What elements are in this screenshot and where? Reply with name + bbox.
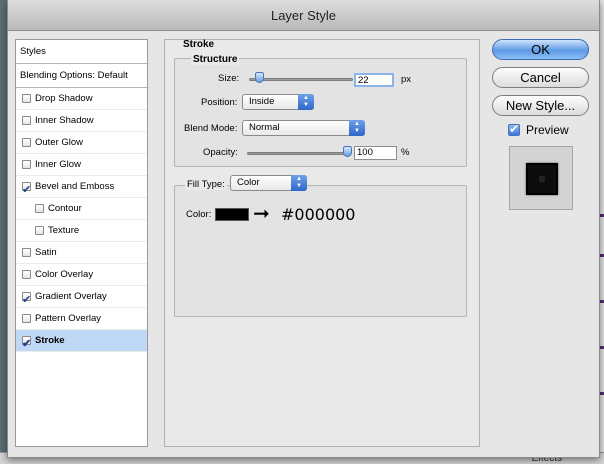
- style-item-drop-shadow[interactable]: Drop Shadow: [16, 88, 147, 110]
- style-checkbox[interactable]: [22, 179, 31, 201]
- styles-list: Styles Blending Options: Default Drop Sh…: [15, 39, 148, 447]
- preview-checkbox[interactable]: Preview: [508, 122, 569, 137]
- style-item-contour[interactable]: Contour: [16, 198, 147, 220]
- style-checkbox[interactable]: [22, 248, 31, 257]
- blend-mode-label: Blend Mode:: [184, 123, 238, 134]
- stroke-color-swatch[interactable]: [215, 208, 249, 221]
- style-checkbox[interactable]: [22, 270, 31, 279]
- style-checkbox[interactable]: [22, 289, 31, 311]
- preview-check-icon: [508, 122, 520, 136]
- section-title: Stroke: [183, 39, 215, 50]
- ok-button[interactable]: OK: [492, 39, 589, 60]
- fill-type-dropdown[interactable]: Color ▲ ▼: [230, 175, 307, 191]
- style-checkbox[interactable]: [22, 160, 31, 169]
- style-item-gradient-overlay[interactable]: Gradient Overlay: [16, 286, 147, 311]
- arrow-right-icon: ➞: [253, 203, 270, 225]
- style-preview-thumbnail: [509, 146, 573, 210]
- preview-swatch: [526, 163, 558, 195]
- style-item-outer-glow[interactable]: Outer Glow: [16, 132, 147, 154]
- style-item-label: Texture: [48, 225, 80, 236]
- new-style-button[interactable]: New Style...: [492, 95, 589, 116]
- size-field[interactable]: 22: [354, 73, 394, 87]
- size-label: Size:: [218, 73, 240, 84]
- styles-list-header[interactable]: Styles: [16, 40, 147, 64]
- size-unit: px: [401, 74, 412, 85]
- opacity-slider-track[interactable]: [247, 152, 351, 155]
- blend-mode-value: Normal: [249, 122, 280, 133]
- style-checkbox[interactable]: [22, 314, 31, 323]
- dropdown-arrows-icon: ▲ ▼: [291, 175, 307, 191]
- style-item-pattern-overlay[interactable]: Pattern Overlay: [16, 308, 147, 330]
- style-item-label: Gradient Overlay: [35, 291, 107, 302]
- style-item-label: Pattern Overlay: [35, 313, 101, 324]
- layer-style-dialog: Layer Style Styles Blending Options: Def…: [7, 0, 600, 458]
- window-title: Layer Style: [8, 0, 599, 31]
- style-item-label: Bevel and Emboss: [35, 181, 115, 192]
- fill-type-label: Fill Type:: [185, 179, 227, 190]
- style-item-label: Color Overlay: [35, 269, 94, 280]
- style-item-label: Inner Shadow: [35, 115, 94, 126]
- dropdown-arrows-icon: ▲ ▼: [298, 94, 314, 110]
- position-value: Inside: [249, 96, 275, 107]
- position-dropdown[interactable]: Inside ▲ ▼: [242, 94, 314, 110]
- style-checkbox[interactable]: [35, 226, 44, 235]
- position-label: Position:: [201, 97, 238, 108]
- color-hex-annotation: #000000: [281, 205, 356, 224]
- style-item-stroke[interactable]: Stroke: [16, 330, 147, 355]
- style-item-label: Drop Shadow: [35, 93, 93, 104]
- cancel-button[interactable]: Cancel: [492, 67, 589, 88]
- fill-type-value: Color: [237, 177, 260, 188]
- style-item-label: Contour: [48, 203, 82, 214]
- style-item-label: Satin: [35, 247, 57, 258]
- size-slider-track[interactable]: [249, 78, 353, 81]
- stroke-panel: Stroke Structure Size: 22 px Position: I…: [164, 39, 480, 447]
- style-item-label: Outer Glow: [35, 137, 84, 148]
- dropdown-arrows-icon: ▲ ▼: [349, 120, 365, 136]
- color-label: Color:: [186, 209, 212, 220]
- opacity-unit: %: [401, 147, 410, 158]
- opacity-field[interactable]: 100: [354, 146, 397, 160]
- style-item-inner-shadow[interactable]: Inner Shadow: [16, 110, 147, 132]
- opacity-label: Opacity:: [203, 147, 238, 158]
- style-item-inner-glow[interactable]: Inner Glow: [16, 154, 147, 176]
- style-checkbox[interactable]: [22, 138, 31, 147]
- style-checkbox[interactable]: [22, 94, 31, 103]
- style-item-label: Stroke: [35, 335, 65, 346]
- style-item-bevel-and-emboss[interactable]: Bevel and Emboss: [16, 176, 147, 201]
- blending-options-item[interactable]: Blending Options: Default: [16, 64, 147, 88]
- style-checkbox[interactable]: [22, 333, 31, 355]
- opacity-slider-knob[interactable]: [343, 146, 352, 157]
- style-item-label: Inner Glow: [35, 159, 81, 170]
- style-item-texture[interactable]: Texture: [16, 220, 147, 242]
- preview-label: Preview: [526, 123, 569, 137]
- style-checkbox[interactable]: [22, 116, 31, 125]
- blend-mode-dropdown[interactable]: Normal ▲ ▼: [242, 120, 365, 136]
- style-item-satin[interactable]: Satin: [16, 242, 147, 264]
- style-item-color-overlay[interactable]: Color Overlay: [16, 264, 147, 286]
- structure-title: Structure: [191, 54, 240, 65]
- style-checkbox[interactable]: [35, 204, 44, 213]
